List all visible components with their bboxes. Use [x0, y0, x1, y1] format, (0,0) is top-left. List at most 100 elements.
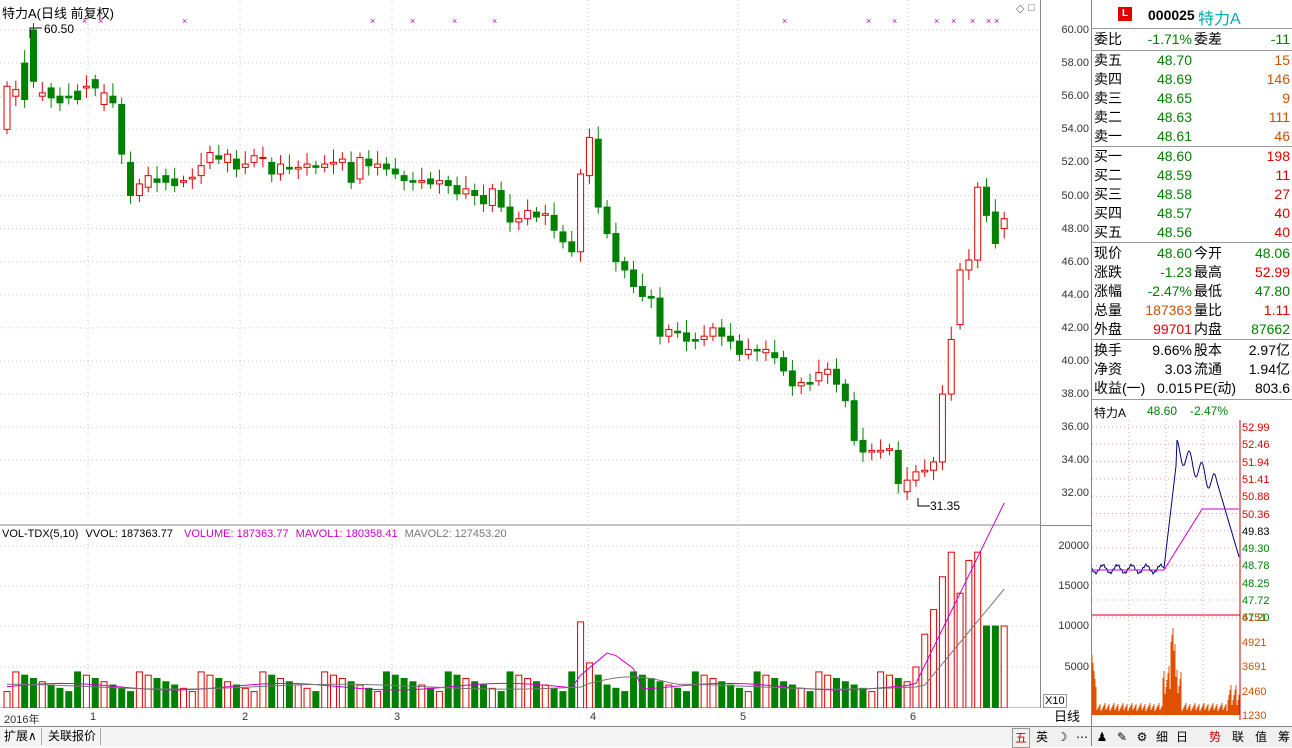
volume-bar [435, 691, 443, 708]
volume-bar [621, 691, 629, 708]
moon-icon[interactable]: ☽ [1052, 728, 1072, 746]
bids-label: 买二 [1094, 167, 1122, 183]
volume-bar [568, 671, 576, 708]
stat-label: 现价 [1094, 245, 1122, 261]
stat-label: 涨幅 [1094, 283, 1122, 299]
english-button[interactable]: 英 [1032, 728, 1052, 746]
vvol-value: VVOL: 187363.77 [85, 528, 173, 540]
candle-body [665, 329, 673, 337]
candle-body [744, 348, 752, 355]
stat-value: 1.11 [1263, 302, 1290, 318]
square-icon[interactable]: □ [1028, 2, 1035, 14]
intraday-header: 特力A 48.60 -2.47% [1092, 400, 1292, 422]
candle-body [506, 206, 514, 223]
fundamental-label: 净资 [1094, 361, 1122, 377]
fundamental-label: 换手 [1094, 342, 1122, 358]
candle-body [435, 180, 443, 185]
candle-body [903, 479, 911, 493]
intraday-price-tick: 52.99 [1242, 422, 1270, 434]
candle-body [921, 469, 929, 473]
asks-row: 卖二 48.63 111 [1092, 108, 1292, 127]
candle-body [294, 166, 302, 170]
price-tick: 36.00 [1061, 421, 1089, 434]
volume-bar [232, 684, 240, 708]
candle-body [771, 352, 779, 359]
volume-tick: 15000 [1058, 580, 1089, 592]
asks-label: 卖五 [1094, 52, 1122, 68]
candle-body [21, 62, 29, 101]
fundamental-value: 803.6 [1254, 380, 1290, 396]
volume-bar [930, 609, 938, 708]
fundamental-value: 1.94亿 [1248, 361, 1290, 377]
candle-body [656, 297, 664, 337]
min-price-label: 31.35 [930, 499, 961, 513]
candle-body [480, 195, 488, 205]
intraday-price-tick: 51.94 [1242, 456, 1270, 469]
x-tick: 6 [910, 711, 917, 723]
volume-bar [594, 674, 602, 708]
price-tick: 40.00 [1061, 355, 1089, 367]
signal-marker: × [970, 16, 975, 26]
volume-bar [250, 691, 258, 708]
stat-label: 总量 [1094, 302, 1122, 318]
signal-marker: × [986, 16, 991, 26]
fundamental-value: 2.97亿 [1248, 342, 1290, 358]
fundamental-row: 净资 3.03 流通 1.94亿 [1092, 360, 1292, 379]
stock-header: L 000025 特力A [1092, 0, 1292, 28]
candle-body [285, 166, 293, 170]
intraday-price-tick: 52.46 [1242, 439, 1270, 452]
candle-body [197, 165, 205, 177]
stock-logo-icon: L [1118, 7, 1132, 21]
volume-bar [400, 677, 408, 708]
volume-bar [347, 681, 355, 708]
volume-bar [674, 687, 682, 708]
candle-body [171, 178, 179, 187]
candle-body [938, 393, 946, 463]
volume-bar [188, 691, 196, 708]
five-button[interactable]: 五 [1012, 728, 1030, 748]
candle-body [497, 190, 505, 208]
candle-body [612, 233, 620, 263]
volume-bar [321, 671, 329, 708]
bids-price: 48.58 [1156, 186, 1192, 202]
volume-bar [532, 681, 540, 708]
volume-bar [682, 691, 690, 708]
volume-bar [206, 674, 214, 708]
volume-bar [947, 551, 955, 708]
candle-body [947, 338, 955, 395]
diamond-icon[interactable]: ◇ [1016, 2, 1024, 15]
candle-body [974, 186, 982, 261]
volume-bar [197, 671, 205, 708]
volume-bar [877, 671, 885, 708]
period-label[interactable]: 日线 [1041, 708, 1093, 726]
asks-label: 卖四 [1094, 71, 1122, 87]
volume-bar [665, 684, 673, 708]
dots-icon[interactable]: ⋯ [1072, 728, 1092, 746]
fundamental-value: 9.66% [1152, 342, 1192, 358]
volume-bar [47, 684, 55, 708]
price-tick: 60.00 [1061, 24, 1089, 36]
candle-body [365, 158, 373, 167]
kline-chart[interactable]: × × × × × × × × × × × × × × × 特力A(日线 前复权) ◇ □ 60.50 31… [0, 0, 1040, 708]
candle-body [841, 383, 849, 402]
related-quote-tab[interactable]: 关联报价 [44, 728, 102, 745]
volume-bar [427, 687, 435, 708]
volume-bar [691, 671, 699, 708]
volume-bar [524, 677, 532, 708]
candle-body [277, 163, 285, 175]
candle-body [91, 79, 99, 89]
candle-body [727, 335, 735, 342]
candle-body [65, 95, 73, 99]
intraday-price-tick: 47.72 [1242, 595, 1270, 607]
stat-value: -1.23 [1160, 264, 1192, 280]
volume-bar [374, 691, 382, 708]
volume-bar [453, 674, 461, 708]
candle-body [594, 138, 602, 208]
fundamental-value: 3.03 [1164, 361, 1192, 377]
candle-body [47, 87, 55, 99]
kline-canvas[interactable]: × × × × × × × × × × × × × × × [0, 0, 1040, 708]
candle-body [400, 175, 408, 182]
expand-tab[interactable]: 扩展∧ [0, 728, 42, 745]
volume-bar [488, 687, 496, 708]
volume-bar [506, 671, 514, 708]
